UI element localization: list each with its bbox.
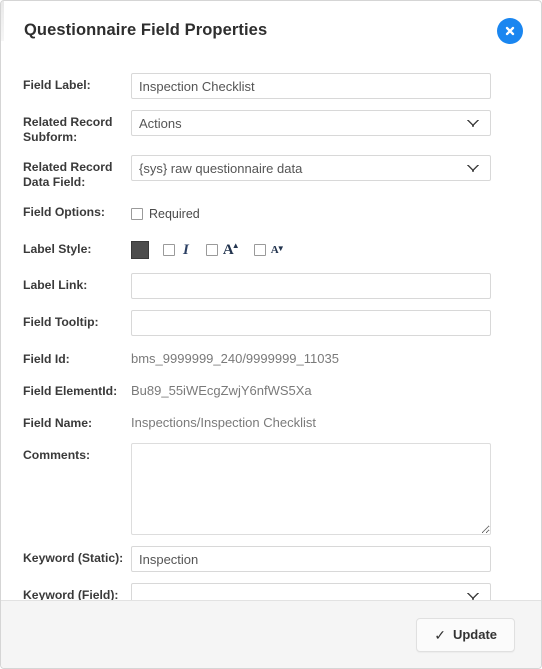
keyword-static-control xyxy=(131,546,491,572)
required-checkbox[interactable] xyxy=(131,208,143,220)
label-link-input[interactable] xyxy=(131,273,491,299)
row-label-style: Label Style: I A ▲ A ▼ xyxy=(1,237,541,263)
row-field-name: Field Name: Inspections/Inspection Check… xyxy=(1,411,541,433)
row-label-link: Label Link: xyxy=(1,273,541,299)
dialog-header: Questionnaire Field Properties xyxy=(1,1,541,59)
field-id-label: Field Id: xyxy=(23,352,70,366)
update-button-label: Update xyxy=(452,627,497,642)
comments-textarea[interactable] xyxy=(131,443,491,535)
field-element-id-control: Bu89_55iWEcgZwjY6nfWS5Xa xyxy=(131,379,491,401)
field-options-control: Required xyxy=(131,200,491,227)
field-name-value: Inspections/Inspection Checklist xyxy=(131,415,316,430)
keyword-field-select[interactable] xyxy=(131,583,491,600)
caret-down-icon: ▼ xyxy=(276,243,285,253)
comments-label: Comments: xyxy=(23,448,91,462)
label-style-italic-group: I xyxy=(163,241,192,258)
field-tooltip-label: Field Tooltip: xyxy=(23,315,99,329)
comments-control xyxy=(131,443,491,535)
label-color-swatch[interactable] xyxy=(131,241,149,259)
check-icon: ✓ xyxy=(434,626,446,643)
italic-checkbox[interactable] xyxy=(163,244,175,256)
field-element-id-label: Field ElementId: xyxy=(23,384,118,398)
field-id-control: bms_9999999_240/9999999_11035 xyxy=(131,347,491,369)
related-record-data-field-control: {sys} raw questionnaire data xyxy=(131,155,491,181)
dialog-body: Field Label: Related Record Subform: Act… xyxy=(1,59,541,600)
dialog-footer: ✓ Update xyxy=(1,600,541,668)
label-style-control: I A ▲ A ▼ xyxy=(131,237,491,263)
related-record-data-field-select[interactable]: {sys} raw questionnaire data xyxy=(131,155,491,181)
row-keyword-field: Keyword (Field): xyxy=(1,583,541,600)
related-record-subform-select[interactable]: Actions xyxy=(131,110,491,136)
keyword-field-control xyxy=(131,583,491,600)
field-options-label: Field Options: xyxy=(23,205,105,219)
close-icon[interactable] xyxy=(497,18,523,44)
row-related-record-subform: Related Record Subform: Actions xyxy=(1,110,541,144)
label-style-decrease-group: A ▼ xyxy=(253,243,285,256)
label-style-label: Label Style: xyxy=(23,242,92,256)
keyword-static-input[interactable] xyxy=(131,546,491,572)
row-field-element-id: Field ElementId: Bu89_55iWEcgZwjY6nfWS5X… xyxy=(1,379,541,401)
field-tooltip-control xyxy=(131,310,491,336)
row-keyword-static: Keyword (Static): xyxy=(1,546,541,572)
related-record-subform-control: Actions xyxy=(131,110,491,136)
increase-font-checkbox[interactable] xyxy=(205,244,218,256)
label-link-control xyxy=(131,273,491,299)
row-related-record-data-field: Related Record Data Field: {sys} raw que… xyxy=(1,155,541,189)
label-style-increase-group: A ▲ xyxy=(205,240,240,258)
row-field-tooltip: Field Tooltip: xyxy=(1,310,541,336)
keyword-static-label: Keyword (Static): xyxy=(23,551,124,565)
questionnaire-field-properties-dialog: Questionnaire Field Properties Field Lab… xyxy=(0,0,542,669)
increase-font-size-icon: A ▲ xyxy=(223,240,240,258)
row-field-options: Field Options: Required xyxy=(1,200,541,227)
page-title: Questionnaire Field Properties xyxy=(24,20,268,39)
update-button[interactable]: ✓ Update xyxy=(416,617,515,652)
related-record-subform-label: Related Record Subform: xyxy=(23,115,113,144)
field-tooltip-input[interactable] xyxy=(131,310,491,336)
row-field-label: Field Label: xyxy=(1,73,541,99)
field-label-label: Field Label: xyxy=(23,78,91,92)
related-record-data-field-label: Related Record Data Field: xyxy=(23,160,113,189)
decrease-font-checkbox[interactable] xyxy=(253,244,266,256)
field-id-value: bms_9999999_240/9999999_11035 xyxy=(131,351,339,366)
row-field-id: Field Id: bms_9999999_240/9999999_11035 xyxy=(1,347,541,369)
field-label-control xyxy=(131,73,491,99)
label-link-label: Label Link: xyxy=(23,278,88,292)
field-element-id-value: Bu89_55iWEcgZwjY6nfWS5Xa xyxy=(131,383,312,398)
keyword-field-label: Keyword (Field): xyxy=(23,588,119,600)
italic-icon: I xyxy=(183,241,189,258)
row-comments: Comments: xyxy=(1,443,541,535)
decrease-font-size-icon: A ▼ xyxy=(271,243,285,256)
caret-up-icon: ▲ xyxy=(231,240,240,250)
field-label-input[interactable] xyxy=(131,73,491,99)
field-name-control: Inspections/Inspection Checklist xyxy=(131,411,491,433)
required-label: Required xyxy=(149,207,200,221)
field-name-label: Field Name: xyxy=(23,416,93,430)
